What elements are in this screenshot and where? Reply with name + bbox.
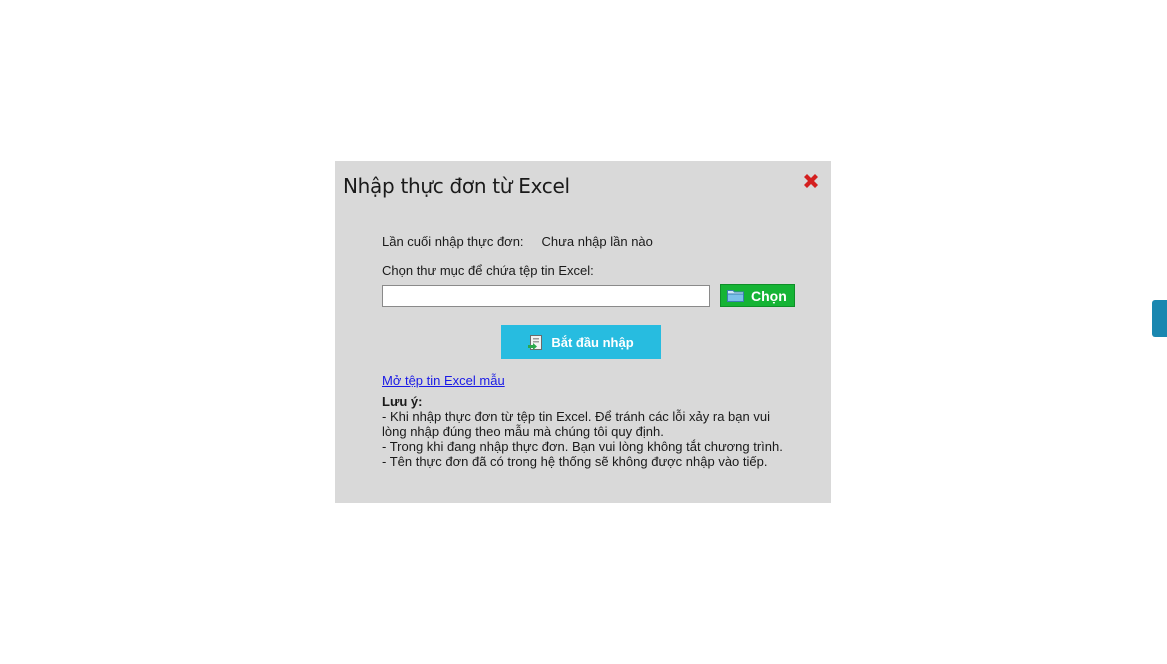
notes: Lưu ý: - Khi nhập thực đơn từ tệp tin Ex…	[382, 394, 792, 469]
folder-label: Chọn thư mục để chứa tệp tin Excel:	[382, 263, 594, 278]
close-button[interactable]	[801, 171, 821, 191]
close-icon	[804, 174, 818, 188]
folder-path-input[interactable]	[382, 285, 710, 307]
note-line: - Khi nhập thực đơn từ tệp tin Excel. Để…	[382, 409, 770, 424]
dialog-title: Nhập thực đơn từ Excel	[343, 174, 570, 198]
note-line: - Trong khi đang nhập thực đơn. Bạn vui …	[382, 439, 783, 454]
choose-folder-button[interactable]: Chọn	[720, 284, 795, 307]
note-line: lòng nhập đúng theo mẫu mà chúng tôi quy…	[382, 424, 664, 439]
start-import-button[interactable]: Bắt đầu nhập	[501, 325, 661, 359]
last-import-label: Lần cuối nhập thực đơn:	[382, 234, 524, 249]
folder-icon	[727, 290, 744, 302]
notes-title: Lưu ý:	[382, 394, 423, 409]
open-template-link[interactable]: Mở tệp tin Excel mẫu	[382, 373, 505, 388]
choose-folder-label: Chọn	[751, 287, 787, 304]
import-menu-dialog: Nhập thực đơn từ Excel Lần cuối nhập thự…	[335, 161, 831, 503]
last-import-value: Chưa nhập lần nào	[541, 234, 653, 249]
side-tab[interactable]	[1152, 300, 1167, 337]
last-import-row: Lần cuối nhập thực đơn: Chưa nhập lần nào	[382, 234, 653, 249]
note-line: - Tên thực đơn đã có trong hệ thống sẽ k…	[382, 454, 768, 469]
import-icon	[528, 335, 543, 350]
start-import-label: Bắt đầu nhập	[551, 334, 634, 350]
